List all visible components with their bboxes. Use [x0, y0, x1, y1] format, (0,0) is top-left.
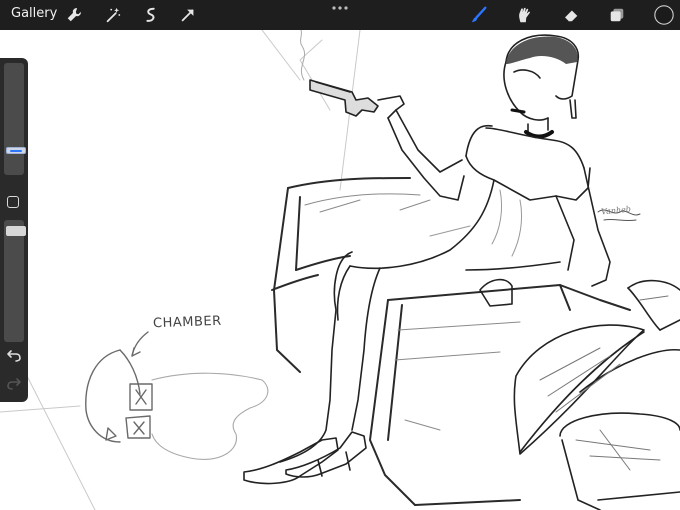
gallery-button[interactable]: Gallery [11, 6, 57, 21]
drawing-canvas[interactable]: CHAMBER Vanheb [0, 30, 680, 510]
redo-button[interactable] [6, 376, 22, 390]
left-sidebar [0, 58, 28, 402]
magic-wand-icon[interactable] [102, 4, 124, 26]
color-swatch-icon[interactable] [652, 3, 676, 27]
opacity-knob[interactable] [6, 226, 26, 236]
undo-button[interactable] [6, 348, 22, 362]
layers-icon[interactable] [606, 4, 628, 26]
brush-icon[interactable] [468, 4, 490, 26]
sketch-artwork [0, 30, 680, 510]
transform-arrow-icon[interactable] [177, 4, 199, 26]
eraser-icon[interactable] [560, 4, 582, 26]
brush-size-slider[interactable] [4, 63, 26, 175]
smudge-icon[interactable] [513, 4, 535, 26]
brush-size-knob[interactable] [6, 147, 26, 154]
selection-icon[interactable] [140, 4, 162, 26]
more-dots-icon[interactable] [331, 3, 349, 13]
annotation-label: CHAMBER [152, 313, 222, 332]
top-toolbar: Gallery [0, 0, 680, 30]
modify-button[interactable] [7, 196, 19, 208]
wrench-icon[interactable] [63, 4, 85, 26]
opacity-slider[interactable] [4, 220, 26, 342]
